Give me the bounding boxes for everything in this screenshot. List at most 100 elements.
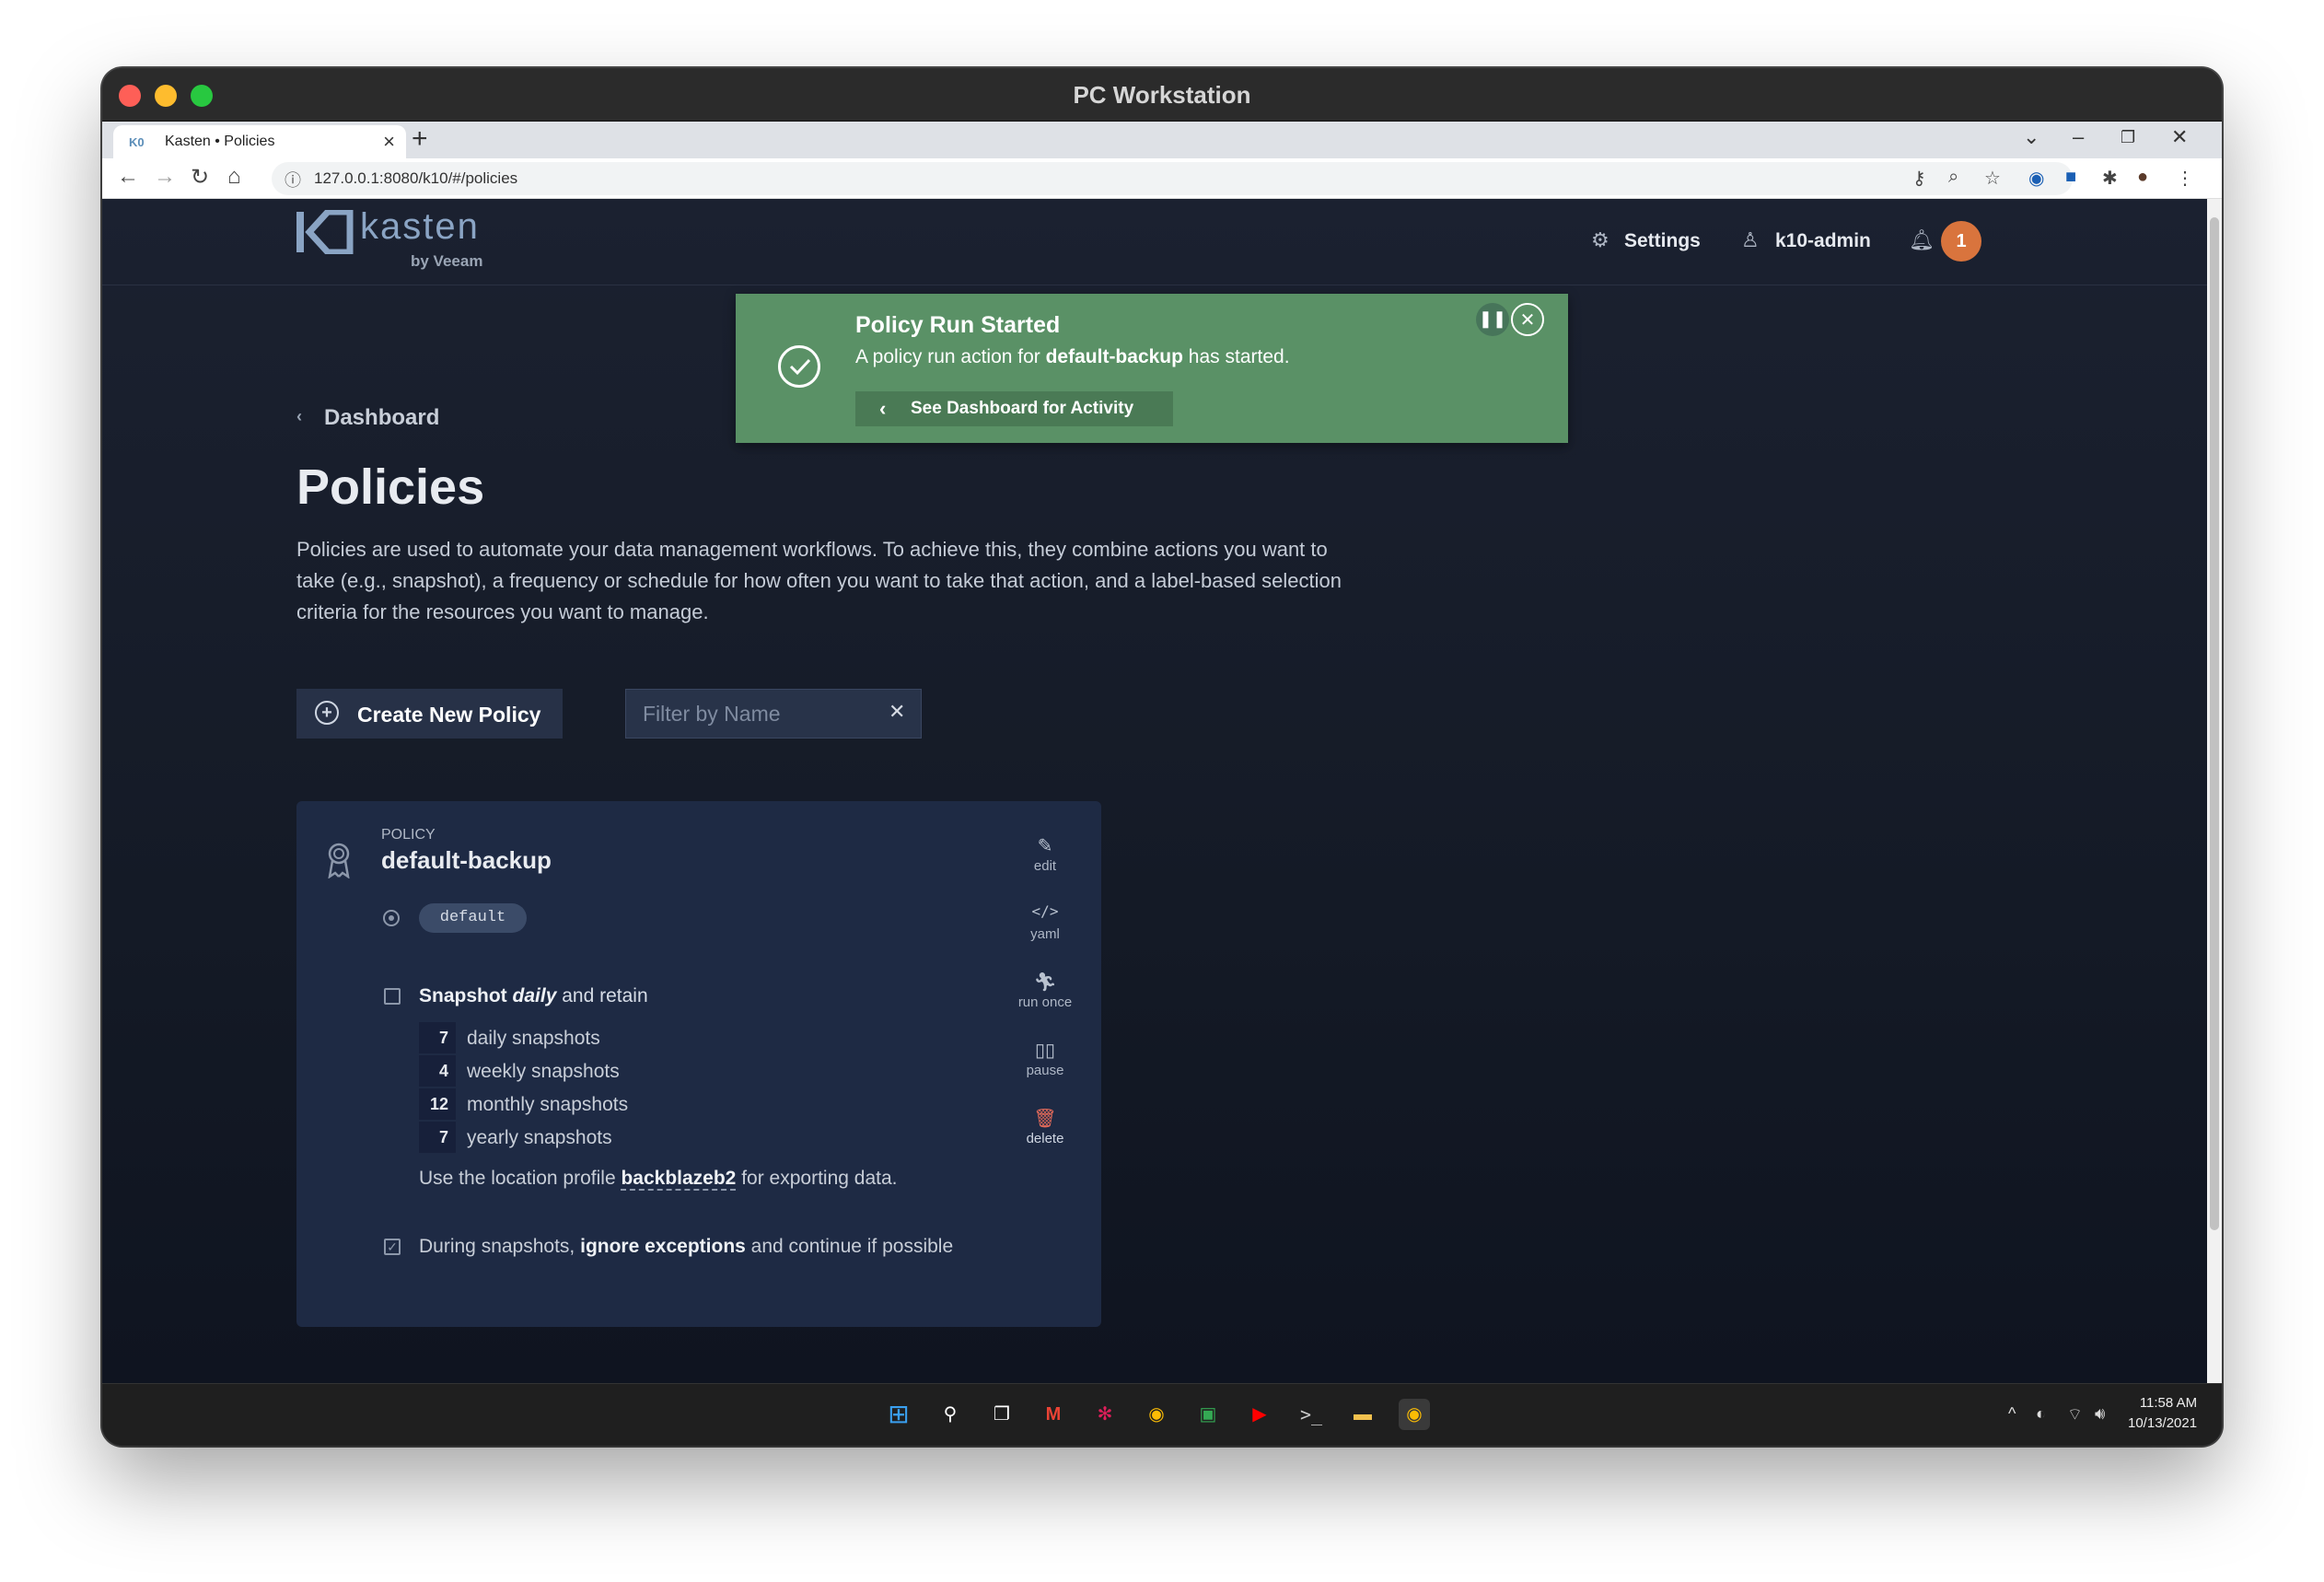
exceptions-text: During snapshots, ignore exceptions and … — [419, 1236, 954, 1257]
code-icon: </> — [1031, 902, 1059, 920]
policy-ribbon-icon — [328, 843, 350, 878]
run-icon: 🏃︎ — [1033, 972, 1057, 993]
scrollbar-thumb[interactable] — [2210, 217, 2219, 1230]
extension-2-icon[interactable]: ■ — [2065, 167, 2076, 188]
notifications-bell-icon[interactable]: 🔔︎ — [1909, 228, 1935, 252]
retention-row: 4 weekly snapshots — [419, 1055, 695, 1087]
window-titlebar: PC Workstation — [102, 68, 2222, 122]
windows-taskbar: ⊞ ⚲ ❐ M ✻ ◉ ▣ ▶ >_ ▬ ◉ ^ ◐ ⌔ 🔊︎ 11:58 AM… — [102, 1383, 2222, 1446]
see-dashboard-button[interactable]: ‹ See Dashboard for Activity — [855, 391, 1173, 426]
logo-subtext: by Veeam — [411, 252, 483, 270]
menu-icon[interactable]: ⋮ — [2176, 167, 2194, 190]
retention-row: 12 monthly snapshots — [419, 1088, 695, 1120]
success-check-icon — [778, 345, 820, 388]
edit-button[interactable]: ✎ edit — [1013, 834, 1077, 874]
address-bar[interactable]: ⓘ 127.0.0.1:8080/k10/#/policies — [272, 162, 2073, 195]
delete-button[interactable]: 🗑︎ delete — [1013, 1107, 1077, 1146]
chrome-active-icon[interactable]: ◉ — [1399, 1399, 1430, 1430]
checkbox-icon: ✓ — [384, 1239, 401, 1255]
policy-run-toast: Policy Run Started A policy run action f… — [736, 294, 1568, 443]
browser-toolbar: ← → ↻ ⌂ ⓘ 127.0.0.1:8080/k10/#/policies … — [102, 158, 2222, 199]
location-profile-link[interactable]: backblazeb2 — [621, 1168, 737, 1191]
system-clock[interactable]: 11:58 AM 10/13/2021 — [2128, 1393, 2197, 1434]
new-tab-icon[interactable]: + — [412, 123, 428, 155]
trash-icon: 🗑︎ — [1033, 1109, 1057, 1129]
puzzle-extensions-icon[interactable]: ✱ — [2102, 167, 2118, 190]
settings-link[interactable]: Settings — [1624, 230, 1701, 252]
terminal-icon[interactable]: >_ — [1296, 1399, 1327, 1430]
page-title: Policies — [296, 459, 485, 515]
pause-icon: ▯▯ — [1034, 1041, 1055, 1061]
reload-icon[interactable]: ↻ — [191, 164, 209, 191]
forward-icon[interactable]: → — [154, 164, 176, 190]
zoom-icon[interactable]: ⌕ — [1948, 167, 1958, 188]
browser-window: PC Workstation K0 Kasten • Policies × + … — [102, 68, 2222, 1446]
minimize-icon[interactable]: – — [2073, 125, 2084, 149]
breadcrumb-dashboard[interactable]: Dashboard — [324, 405, 439, 431]
settings-gear-icon[interactable]: ⚙ — [1591, 228, 1609, 252]
tab-close-icon[interactable]: × — [383, 130, 395, 154]
close-icon[interactable]: ✕ — [2171, 125, 2188, 149]
plus-circle-icon: + — [315, 701, 339, 725]
bookmark-star-icon[interactable]: ☆ — [1984, 167, 2001, 190]
location-profile-text: Use the location profile backblazeb2 for… — [419, 1168, 898, 1191]
namespace-badge: default — [419, 903, 527, 933]
chrome-icon[interactable]: ◉ — [1141, 1399, 1172, 1430]
retention-row: 7 yearly snapshots — [419, 1122, 695, 1153]
chevron-left-icon: ‹ — [296, 407, 302, 425]
create-new-policy-button[interactable]: + Create New Policy — [296, 689, 563, 739]
page-scrollbar[interactable] — [2207, 199, 2222, 1383]
chevron-left-icon: ‹ — [879, 397, 887, 420]
url-text: 127.0.0.1:8080/k10/#/policies — [314, 169, 518, 187]
wifi-icon[interactable]: ⌔ — [2067, 1404, 2083, 1425]
kasten-favicon-icon: K0 — [129, 135, 145, 149]
windows-start-icon[interactable]: ⊞ — [883, 1399, 914, 1430]
kasten-logo-icon[interactable] — [296, 210, 354, 254]
file-explorer-icon[interactable]: ▬ — [1347, 1399, 1378, 1430]
toast-close-button[interactable]: ✕ — [1511, 303, 1544, 336]
policy-card: POLICY default-backup default Snapshot d… — [296, 801, 1101, 1327]
user-icon[interactable]: ♙ — [1741, 228, 1760, 252]
window-title: PC Workstation — [1073, 81, 1251, 109]
tab-search-icon[interactable]: ⌄ — [2023, 125, 2039, 149]
toast-policy-name: default-backup — [1045, 346, 1183, 367]
toast-pause-button[interactable]: ❚❚ — [1476, 303, 1509, 336]
restore-icon[interactable]: ❐ — [2121, 128, 2135, 147]
pause-button[interactable]: ▯▯ pause — [1013, 1039, 1077, 1078]
tray-chevron-icon[interactable]: ^ — [2008, 1404, 2016, 1424]
filter-by-name-input[interactable] — [625, 689, 922, 739]
extension-icon[interactable]: ◉ — [2028, 167, 2044, 190]
meet-icon[interactable]: ▣ — [1192, 1399, 1224, 1430]
toast-title: Policy Run Started — [855, 312, 1061, 338]
logo-text: kasten — [360, 206, 480, 247]
tab-strip: K0 Kasten • Policies × + ⌄ – ❐ ✕ — [102, 122, 2222, 158]
site-info-icon[interactable]: ⓘ — [285, 168, 301, 192]
user-menu[interactable]: k10-admin — [1775, 230, 1871, 252]
tray-status-icon[interactable]: ◐ — [2036, 1404, 2046, 1424]
notification-count-badge[interactable]: 1 — [1941, 221, 1981, 262]
kasten-app: kasten by Veeam ⚙ Settings ♙ k10-admin 🔔… — [102, 199, 2207, 1383]
calendar-icon — [384, 988, 401, 1005]
retention-row: 7 daily snapshots — [419, 1022, 695, 1053]
clock-date: 10/13/2021 — [2128, 1415, 2198, 1431]
profile-avatar-icon[interactable]: ● — [2137, 167, 2148, 188]
task-view-icon[interactable]: ❐ — [986, 1399, 1017, 1430]
clear-filter-icon[interactable]: ✕ — [889, 700, 905, 724]
browser-tab[interactable]: K0 Kasten • Policies × — [113, 125, 406, 158]
policy-kicker: POLICY — [381, 827, 436, 843]
key-icon[interactable]: ⚷ — [1912, 167, 1926, 190]
app-header: kasten by Veeam ⚙ Settings ♙ k10-admin 🔔… — [102, 199, 2207, 285]
policy-name[interactable]: default-backup — [381, 846, 552, 875]
yaml-button[interactable]: </> yaml — [1013, 902, 1077, 942]
clock-time: 11:58 AM — [2139, 1395, 2198, 1411]
youtube-icon[interactable]: ▶ — [1244, 1399, 1275, 1430]
namespace-target-icon — [383, 910, 400, 926]
gmail-icon[interactable]: M — [1038, 1399, 1069, 1430]
run-once-button[interactable]: 🏃︎ run once — [1013, 971, 1077, 1010]
home-icon[interactable]: ⌂ — [227, 164, 241, 190]
toast-message: A policy run action for default-backup h… — [855, 346, 1290, 367]
back-icon[interactable]: ← — [117, 164, 139, 190]
volume-icon[interactable]: 🔊︎ — [2095, 1404, 2105, 1424]
slack-icon[interactable]: ✻ — [1089, 1399, 1121, 1430]
search-icon[interactable]: ⚲ — [935, 1399, 966, 1430]
